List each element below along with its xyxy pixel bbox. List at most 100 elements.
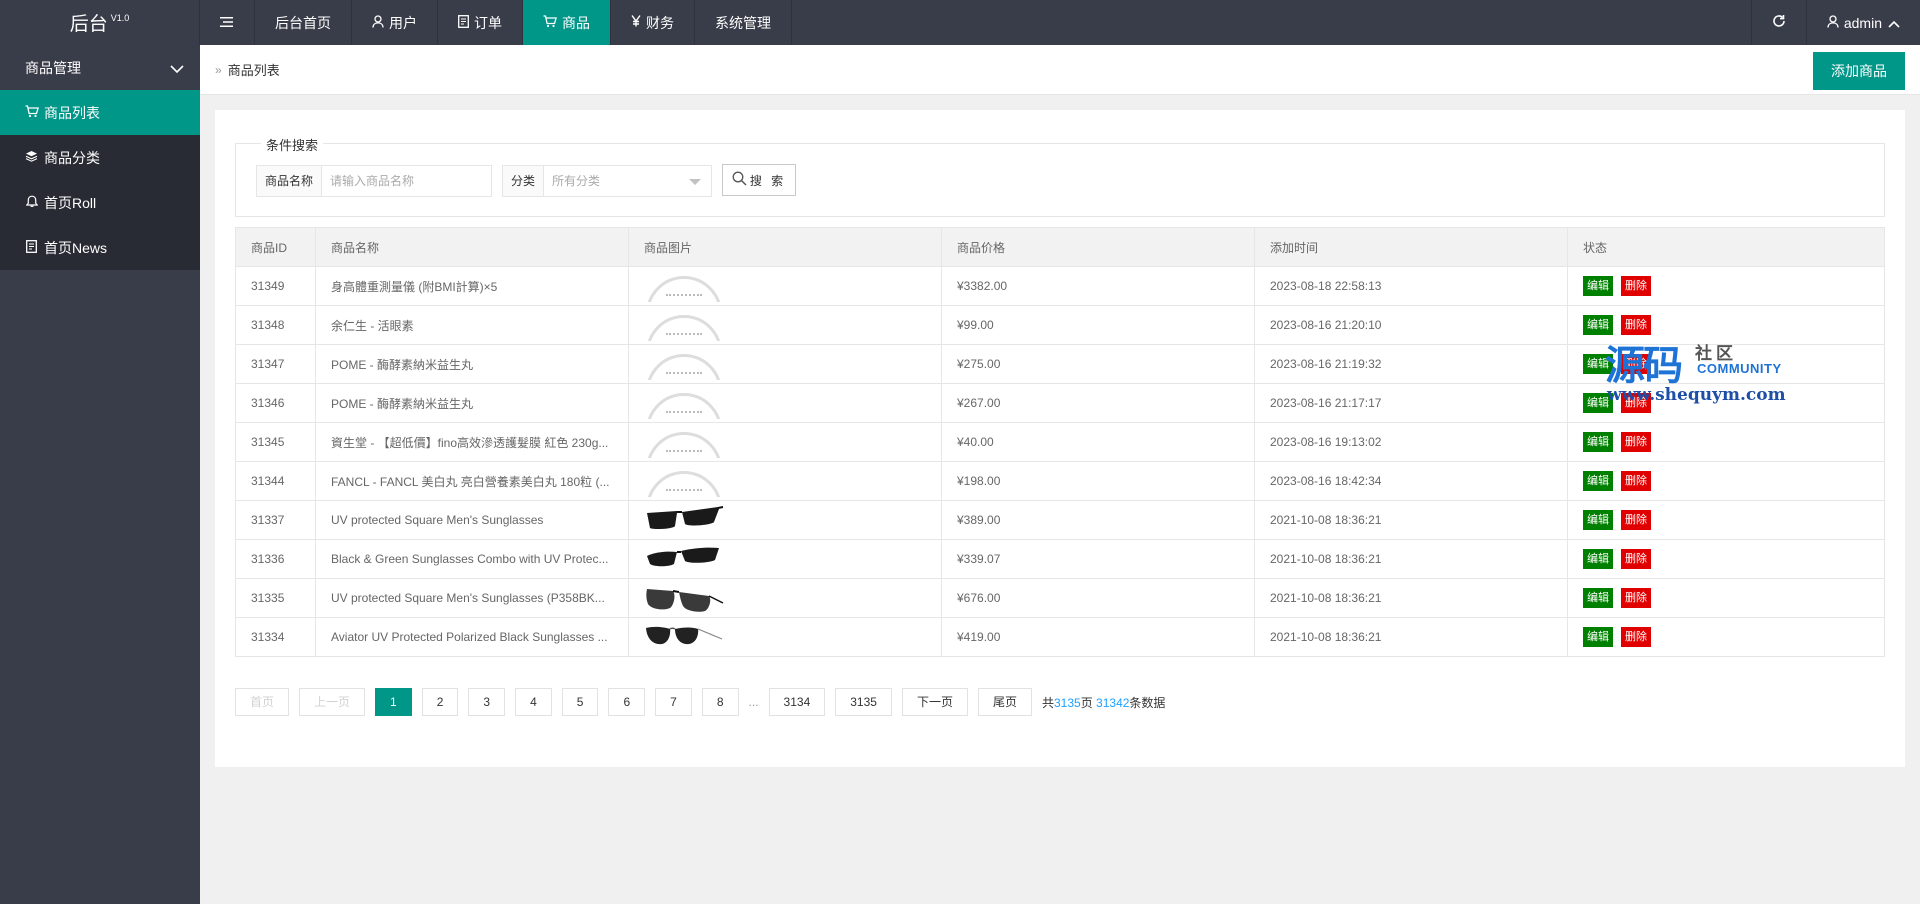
product-id: 31349 (235, 266, 316, 306)
product-id: 31346 (235, 383, 316, 423)
product-image[interactable] (628, 383, 942, 423)
product-price: ¥267.00 (941, 383, 1255, 423)
sidebar-item-2[interactable]: 首页Roll (0, 180, 200, 225)
product-image[interactable] (628, 305, 942, 345)
nav-item-3[interactable]: 商品 (523, 0, 611, 45)
product-price: ¥275.00 (941, 344, 1255, 384)
product-image[interactable] (628, 266, 942, 306)
edit-button[interactable]: 编辑 (1583, 588, 1613, 608)
delete-button[interactable]: 删除 (1621, 549, 1651, 569)
row-actions: 编辑 删除 (1567, 461, 1885, 501)
prev-page-button[interactable]: 上一页 (299, 688, 366, 716)
page-number-button[interactable]: 3134 (768, 688, 826, 716)
product-id: 31336 (235, 539, 316, 579)
edit-button[interactable]: 编辑 (1583, 432, 1613, 452)
summary-suffix: 条数据 (1129, 695, 1166, 710)
edit-button[interactable]: 编辑 (1583, 627, 1613, 647)
product-image[interactable] (628, 461, 942, 501)
table-row: 31344 FANCL - FANCL 美白丸 亮白營養素美白丸 180粒 (..… (235, 461, 1885, 501)
search-button[interactable]: 搜 索 (722, 164, 796, 196)
page-number-button[interactable]: 7 (655, 688, 692, 716)
sidebar-group-product-management[interactable]: 商品管理 (0, 45, 200, 90)
sidebar-item-0[interactable]: 商品列表 (0, 90, 200, 135)
yen-icon (631, 15, 641, 30)
page-number-button[interactable]: 3 (468, 688, 506, 716)
table-row: 31345 資生堂 - 【超低價】fino高效滲透護髮膜 紅色 230g... ¥4… (235, 422, 1885, 462)
delete-button[interactable]: 删除 (1621, 588, 1651, 608)
nav-item-label: 商品 (562, 14, 590, 31)
edit-button[interactable]: 编辑 (1583, 315, 1613, 335)
product-name-field: 商品名称 (256, 165, 492, 197)
first-page-button[interactable]: 首页 (235, 688, 290, 716)
sidebar-submenu: 商品列表 商品分类 首页Roll 首页News (0, 90, 200, 270)
column-header[interactable]: 商品价格 (941, 227, 1255, 267)
product-image[interactable] (628, 422, 942, 462)
page-number-button[interactable]: 8 (701, 688, 739, 716)
product-image[interactable] (628, 617, 942, 657)
nav-item-1[interactable]: 用户 (352, 0, 438, 45)
sidebar-item-3[interactable]: 首页News (0, 225, 200, 270)
nav-item-0[interactable]: 后台首页 (255, 0, 352, 45)
sidebar-item-1[interactable]: 商品分类 (0, 135, 200, 180)
user-menu[interactable]: admin (1805, 0, 1920, 45)
column-header[interactable]: 状态 (1567, 227, 1885, 267)
category-select[interactable]: 所有分类 (544, 166, 711, 196)
page-number-button[interactable]: 6 (608, 688, 646, 716)
delete-button[interactable]: 删除 (1621, 315, 1651, 335)
product-added-time: 2021-10-08 18:36:21 (1254, 578, 1568, 618)
product-image[interactable] (628, 500, 942, 540)
product-name: Black & Green Sunglasses Combo with UV P… (315, 539, 629, 579)
column-header[interactable]: 商品图片 (628, 227, 942, 267)
delete-button[interactable]: 删除 (1621, 627, 1651, 647)
delete-button[interactable]: 删除 (1621, 432, 1651, 452)
table-row: 31337 UV protected Square Men's Sunglasse… (235, 500, 1885, 540)
column-header[interactable]: 商品名称 (315, 227, 629, 267)
next-page-button[interactable]: 下一页 (901, 688, 968, 716)
refresh-button[interactable] (1750, 0, 1806, 45)
pagination: 首页 上一页 1 2 3 4 5 6 7 8... 3134 3135 下一页 尾页 共3135页 3134… (235, 687, 1165, 717)
dropdown-caret-icon (689, 179, 701, 185)
row-actions: 编辑 删除 (1567, 266, 1885, 306)
add-product-button[interactable]: 添加商品 (1813, 52, 1905, 90)
page-number-button[interactable]: 2 (421, 688, 459, 716)
user-icon (1827, 14, 1839, 31)
page-number-button[interactable]: 4 (515, 688, 552, 716)
product-image[interactable] (628, 578, 942, 618)
edit-button[interactable]: 编辑 (1583, 276, 1613, 296)
edit-button[interactable]: 编辑 (1583, 471, 1613, 491)
product-added-time: 2023-08-16 21:20:10 (1254, 305, 1568, 345)
total-pages: 3135 (1054, 695, 1081, 710)
product-price: ¥3382.00 (941, 266, 1255, 306)
page-number-button[interactable]: 3135 (835, 688, 892, 716)
delete-button[interactable]: 删除 (1621, 471, 1651, 491)
nav-item-2[interactable]: 订单 (438, 0, 523, 45)
product-added-time: 2021-10-08 18:36:21 (1254, 539, 1568, 579)
column-header[interactable]: 添加时间 (1254, 227, 1568, 267)
delete-button[interactable]: 删除 (1621, 510, 1651, 530)
product-price: ¥419.00 (941, 617, 1255, 657)
page-number-button[interactable]: 5 (561, 688, 599, 716)
nav-item-5[interactable]: 系统管理 (695, 0, 792, 45)
last-page-button[interactable]: 尾页 (977, 688, 1032, 716)
page-number-button[interactable]: 1 (375, 688, 412, 716)
nav-item-4[interactable]: 财务 (611, 0, 695, 45)
delete-button[interactable]: 删除 (1621, 276, 1651, 296)
app-logo[interactable]: 后台 V1.0 (0, 0, 200, 45)
sidebar-toggle-button[interactable] (200, 0, 255, 45)
table-row: 31334 Aviator UV Protected Polarized Blac… (235, 617, 1885, 657)
menu-icon (220, 15, 234, 31)
edit-button[interactable]: 编辑 (1583, 510, 1613, 530)
cart-icon (543, 14, 557, 31)
sidebar: 商品管理 商品列表 商品分类 首页Roll 首页News (0, 45, 200, 904)
nav-item-label: 用户 (389, 14, 417, 31)
edit-button[interactable]: 编辑 (1583, 549, 1613, 569)
product-id: 31345 (235, 422, 316, 462)
product-image[interactable] (628, 344, 942, 384)
product-list-card: 条件搜索 商品名称 分类 所有分类 搜 索 商品ID 商品名称 商品图片 商品价 (215, 110, 1905, 767)
nav-item-label: 订单 (474, 14, 502, 31)
product-name-input[interactable] (322, 166, 483, 196)
product-image[interactable] (628, 539, 942, 579)
summary-mid: 页 (1080, 695, 1097, 710)
row-actions: 编辑 删除 (1567, 539, 1885, 579)
column-header[interactable]: 商品ID (235, 227, 316, 267)
